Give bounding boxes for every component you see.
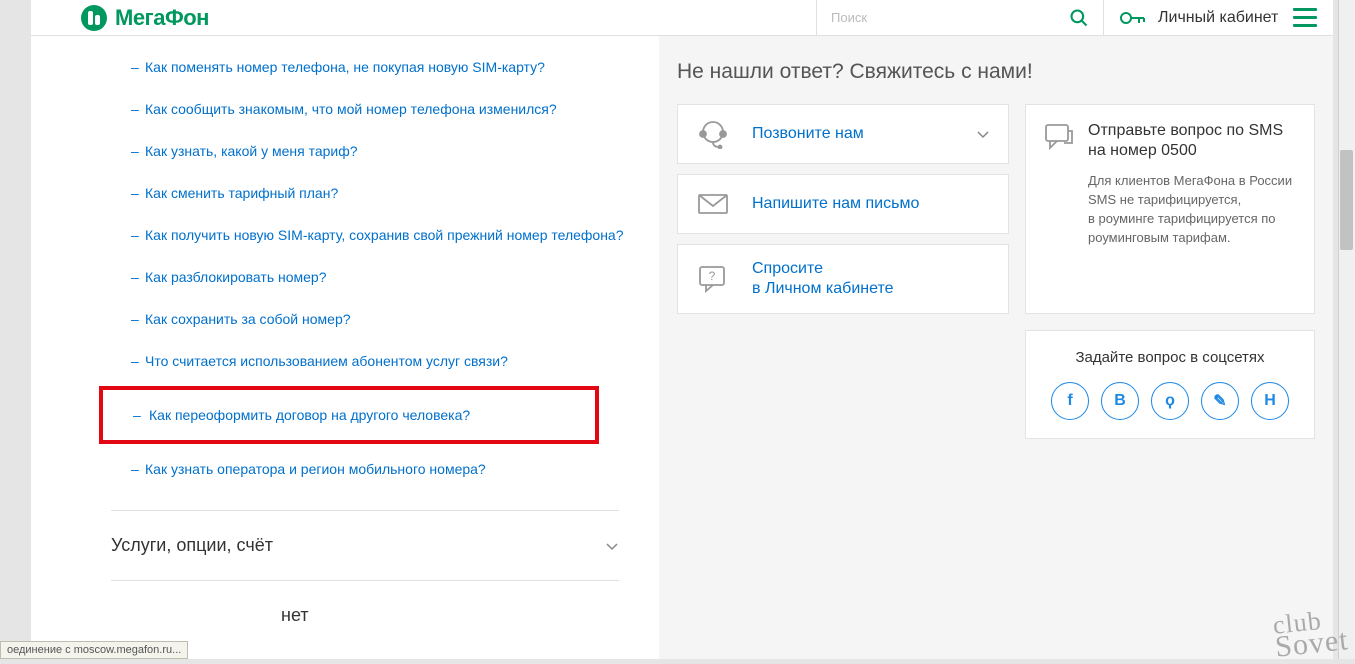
dash-icon: – xyxy=(131,460,139,478)
write-us-card[interactable]: Напишите нам письмо xyxy=(677,174,1009,234)
faq-item[interactable]: –Как сохранить за собой номер? xyxy=(31,298,659,340)
faq-item[interactable]: –Как сменить тарифный план? xyxy=(31,172,659,214)
faq-link[interactable]: Как переоформить договор на другого чело… xyxy=(149,407,470,423)
sms-icon xyxy=(1044,123,1074,151)
menu-icon[interactable] xyxy=(1293,8,1317,27)
contact-title: Не нашли ответ? Свяжитесь с нами! xyxy=(677,60,1315,84)
dash-icon: – xyxy=(131,184,139,202)
sms-card: Отправьте вопрос по SMS на номер 0500 Дл… xyxy=(1025,104,1315,314)
vk-icon[interactable]: В xyxy=(1101,382,1139,420)
search-input[interactable] xyxy=(831,10,1069,25)
headset-icon xyxy=(696,119,730,149)
dash-icon: – xyxy=(131,100,139,118)
faq-item[interactable]: –Как узнать оператора и регион мобильног… xyxy=(31,448,659,490)
browser-scrollbar-track[interactable] xyxy=(1338,0,1355,659)
social-card: Задайте вопрос в соцсетях f В ϙ ✎ Н xyxy=(1025,330,1315,439)
facebook-icon[interactable]: f xyxy=(1051,382,1089,420)
page-body: –Как поменять номер телефона, не покупая… xyxy=(31,36,1333,659)
search-box[interactable] xyxy=(816,0,1104,36)
site-header: МегаФон Личный кабинет xyxy=(31,0,1333,36)
faq-link[interactable]: Что считается использованием абонентом у… xyxy=(145,353,508,369)
faq-item[interactable]: –Как узнать, какой у меня тариф? xyxy=(31,130,659,172)
dash-icon: – xyxy=(131,310,139,328)
faq-item[interactable]: –Как разблокировать номер? xyxy=(31,256,659,298)
logo[interactable]: МегаФон xyxy=(31,5,816,31)
faq-link[interactable]: Как сообщить знакомым, что мой номер тел… xyxy=(145,101,557,117)
faq-item[interactable]: –Как поменять номер телефона, не покупая… xyxy=(31,46,659,88)
faq-column: –Как поменять номер телефона, не покупая… xyxy=(31,36,659,659)
browser-scrollbar-thumb[interactable] xyxy=(1340,150,1353,250)
accordion-services[interactable]: Услуги, опции, счёт xyxy=(111,510,619,580)
ask-cabinet-card[interactable]: ? Спроситев Личном кабинете xyxy=(677,244,1009,314)
faq-link[interactable]: Как поменять номер телефона, не покупая … xyxy=(145,59,545,75)
logo-icon xyxy=(81,5,107,31)
faq-link[interactable]: Как сменить тарифный план? xyxy=(145,185,338,201)
faq-item[interactable]: –Как переоформить договор на другого чел… xyxy=(99,386,599,444)
mail-icon xyxy=(696,189,730,219)
svg-text:?: ? xyxy=(709,269,716,283)
habr-icon[interactable]: Н xyxy=(1251,382,1289,420)
sms-body: Для клиентов МегаФона в России SMS не та… xyxy=(1088,171,1296,247)
dash-icon: – xyxy=(133,406,141,424)
browser-status-bar: оединение с moscow.megafon.ru... xyxy=(0,641,188,659)
lj-icon[interactable]: ✎ xyxy=(1201,382,1239,420)
social-title: Задайте вопрос в соцсетях xyxy=(1044,349,1296,366)
dash-icon: – xyxy=(131,268,139,286)
faq-link[interactable]: Как узнать оператора и регион мобильного… xyxy=(145,461,486,477)
call-us-card[interactable]: Позвоните нам xyxy=(677,104,1009,164)
dash-icon: – xyxy=(131,352,139,370)
sms-title: Отправьте вопрос по SMS на номер 0500 xyxy=(1088,121,1296,161)
faq-item[interactable]: –Что считается использованием абонентом … xyxy=(31,340,659,382)
cabinet-label: Личный кабинет xyxy=(1158,9,1281,27)
faq-item[interactable]: –Как сообщить знакомым, что мой номер те… xyxy=(31,88,659,130)
search-icon[interactable] xyxy=(1069,8,1089,28)
logo-text: МегаФон xyxy=(115,5,209,31)
dash-icon: – xyxy=(131,226,139,244)
faq-item[interactable]: –Как получить новую SIM-карту, сохранив … xyxy=(31,214,659,256)
faq-link[interactable]: Как разблокировать номер? xyxy=(145,269,327,285)
accordion-label: нет xyxy=(281,605,309,626)
accordion-label: Услуги, опции, счёт xyxy=(111,535,273,556)
chevron-down-icon xyxy=(605,539,619,553)
dash-icon: – xyxy=(131,58,139,76)
ask-cabinet-link[interactable]: Спроситев Личном кабинете xyxy=(752,259,990,299)
faq-link[interactable]: Как сохранить за собой номер? xyxy=(145,311,351,327)
chevron-down-icon[interactable] xyxy=(976,127,990,141)
personal-cabinet-link[interactable]: Личный кабинет xyxy=(1104,8,1333,27)
chat-question-icon: ? xyxy=(696,264,730,294)
dash-icon: – xyxy=(131,142,139,160)
key-icon xyxy=(1120,10,1146,26)
faq-link[interactable]: Как узнать, какой у меня тариф? xyxy=(145,143,358,159)
ok-icon[interactable]: ϙ xyxy=(1151,382,1189,420)
accordion-truncated[interactable]: нет xyxy=(111,580,619,650)
write-us-link[interactable]: Напишите нам письмо xyxy=(752,194,990,214)
faq-list: –Как поменять номер телефона, не покупая… xyxy=(31,36,659,490)
faq-link[interactable]: Как получить новую SIM-карту, сохранив с… xyxy=(145,227,624,243)
call-us-link[interactable]: Позвоните нам xyxy=(752,124,954,144)
contact-column: Не нашли ответ? Свяжитесь с нами! Позвон… xyxy=(659,36,1333,659)
